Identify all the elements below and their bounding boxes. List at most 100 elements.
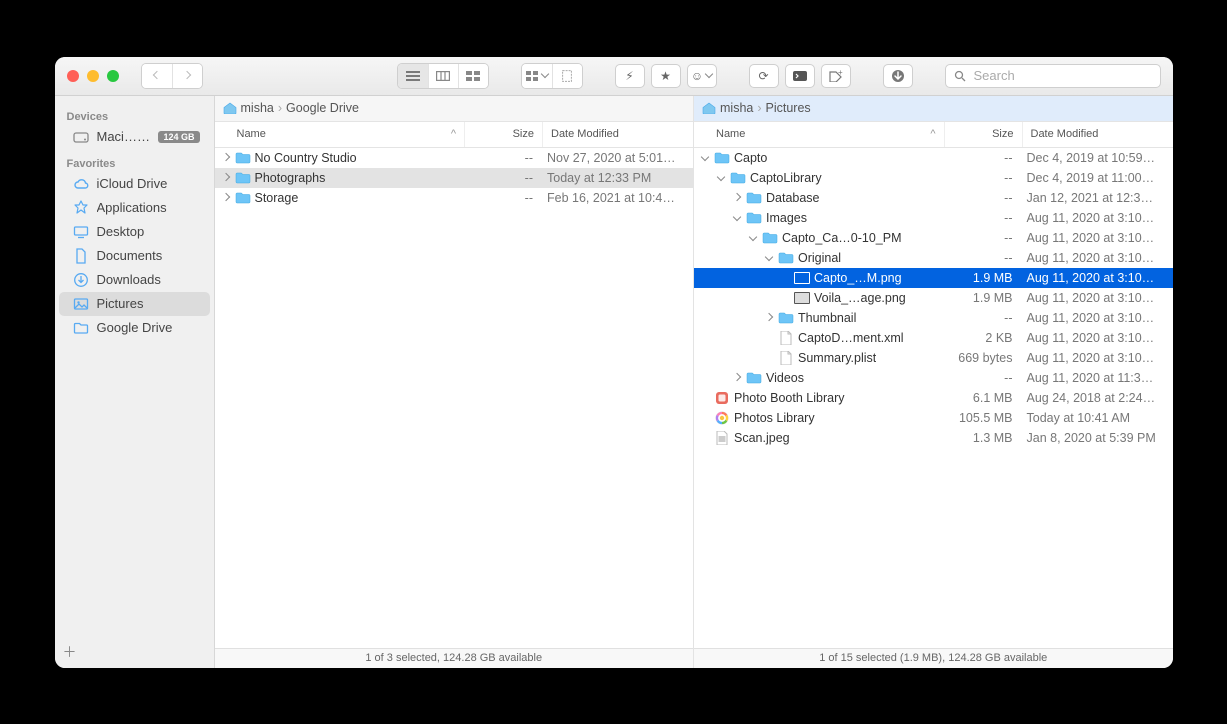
- file-listing[interactable]: Capto -- Dec 4, 2019 at 10:59… CaptoLibr…: [694, 148, 1173, 648]
- path-segment[interactable]: misha: [241, 101, 274, 115]
- file-row[interactable]: Storage -- Feb 16, 2021 at 10:4…: [215, 188, 694, 208]
- sidebar-item-google-drive[interactable]: Google Drive: [59, 316, 210, 340]
- file-date: Aug 11, 2020 at 3:10…: [1023, 311, 1173, 325]
- file-row[interactable]: No Country Studio -- Nov 27, 2020 at 5:0…: [215, 148, 694, 168]
- disclosure-triangle-icon[interactable]: [748, 233, 758, 243]
- new-doc-button[interactable]: [552, 64, 582, 88]
- disclosure-triangle-icon[interactable]: [221, 153, 231, 163]
- terminal-button[interactable]: [785, 64, 815, 88]
- disclosure-triangle-icon[interactable]: [221, 193, 231, 203]
- file-row[interactable]: Photos Library 105.5 MB Today at 10:41 A…: [694, 408, 1173, 428]
- file-name: CaptoLibrary: [750, 171, 822, 185]
- file-row[interactable]: Summary.plist 669 bytes Aug 11, 2020 at …: [694, 348, 1173, 368]
- file-listing[interactable]: No Country Studio -- Nov 27, 2020 at 5:0…: [215, 148, 694, 648]
- file-name: No Country Studio: [255, 151, 357, 165]
- view-gallery-button[interactable]: [458, 64, 488, 88]
- file-row[interactable]: Capto_Ca…0-10_PM -- Aug 11, 2020 at 3:10…: [694, 228, 1173, 248]
- close-window-button[interactable]: [67, 70, 79, 82]
- file-date: Dec 4, 2019 at 11:00…: [1023, 171, 1173, 185]
- file-row[interactable]: Capto_…M.png 1.9 MB Aug 11, 2020 at 3:10…: [694, 268, 1173, 288]
- file-name: Scan.jpeg: [734, 431, 790, 445]
- file-row[interactable]: CaptoD…ment.xml 2 KB Aug 11, 2020 at 3:1…: [694, 328, 1173, 348]
- arrange-button[interactable]: [522, 64, 552, 88]
- disclosure-triangle-icon[interactable]: [732, 193, 742, 203]
- column-header-name[interactable]: Name^: [694, 122, 945, 147]
- cloud-icon: [73, 176, 89, 192]
- file-row[interactable]: Videos -- Aug 11, 2020 at 11:3…: [694, 368, 1173, 388]
- path-segment[interactable]: misha: [720, 101, 753, 115]
- disclosure-triangle-icon[interactable]: [716, 173, 726, 183]
- path-bar[interactable]: misha›Google Drive: [215, 96, 694, 122]
- sidebar-item-label: iCloud Drive: [97, 176, 200, 191]
- view-list-button[interactable]: [398, 64, 428, 88]
- file-name: Capto_Ca…0-10_PM: [782, 231, 902, 245]
- sidebar-item-downloads[interactable]: Downloads: [59, 268, 210, 292]
- sort-indicator-icon: ^: [451, 128, 456, 140]
- file-row[interactable]: Voila_…age.png 1.9 MB Aug 11, 2020 at 3:…: [694, 288, 1173, 308]
- file-size: --: [945, 171, 1023, 185]
- download-button[interactable]: [883, 64, 913, 88]
- path-bar[interactable]: misha›Pictures: [694, 96, 1173, 122]
- nav-back-forward: [141, 63, 203, 89]
- file-row[interactable]: Thumbnail -- Aug 11, 2020 at 3:10…: [694, 308, 1173, 328]
- file-row[interactable]: Photographs -- Today at 12:33 PM: [215, 168, 694, 188]
- disclosure-triangle-icon[interactable]: [700, 153, 710, 163]
- column-header-size[interactable]: Size: [465, 122, 543, 147]
- sidebar-item-pictures[interactable]: Pictures: [59, 292, 210, 316]
- tag-star-button[interactable]: ★: [651, 64, 681, 88]
- sidebar-item-icloud-drive[interactable]: iCloud Drive: [59, 172, 210, 196]
- sidebar: Devices Maci…h HD 124 GB Favorites iClou…: [55, 96, 215, 668]
- search-field[interactable]: [945, 64, 1161, 88]
- home-icon: [223, 102, 237, 114]
- disclosure-triangle-icon[interactable]: [732, 213, 742, 223]
- file-row[interactable]: Scan.jpeg 1.3 MB Jan 8, 2020 at 5:39 PM: [694, 428, 1173, 448]
- file-name: Photo Booth Library: [734, 391, 845, 405]
- file-row[interactable]: Database -- Jan 12, 2021 at 12:3…: [694, 188, 1173, 208]
- column-header-date[interactable]: Date Modified: [1023, 122, 1173, 147]
- download-icon: [73, 272, 89, 288]
- add-tag-button[interactable]: +: [821, 64, 851, 88]
- app-photos-icon: [714, 410, 730, 426]
- disclosure-triangle-icon[interactable]: [221, 173, 231, 183]
- quick-action-button[interactable]: ⚡︎: [615, 64, 645, 88]
- sidebar-item-desktop[interactable]: Desktop: [59, 220, 210, 244]
- sidebar-item-maci-h-hd[interactable]: Maci…h HD 124 GB: [59, 125, 210, 149]
- column-header-size[interactable]: Size: [945, 122, 1023, 147]
- file-icon: [778, 350, 794, 366]
- emoji-button[interactable]: ☺: [687, 64, 717, 88]
- file-row[interactable]: Original -- Aug 11, 2020 at 3:10…: [694, 248, 1173, 268]
- view-columns-button[interactable]: [428, 64, 458, 88]
- file-size: --: [945, 371, 1023, 385]
- sidebar-item-label: Downloads: [97, 272, 200, 287]
- image-icon: [794, 290, 810, 306]
- sidebar-add-button[interactable]: ＋: [63, 642, 77, 662]
- file-row[interactable]: Photo Booth Library 6.1 MB Aug 24, 2018 …: [694, 388, 1173, 408]
- path-segment[interactable]: Pictures: [766, 101, 811, 115]
- minimize-window-button[interactable]: [87, 70, 99, 82]
- file-name: Videos: [766, 371, 804, 385]
- file-row[interactable]: Capto -- Dec 4, 2019 at 10:59…: [694, 148, 1173, 168]
- path-segment[interactable]: Google Drive: [286, 101, 359, 115]
- back-button[interactable]: [142, 64, 172, 88]
- zoom-window-button[interactable]: [107, 70, 119, 82]
- folder-icon: [714, 150, 730, 166]
- file-size: 669 bytes: [945, 351, 1023, 365]
- sync-button[interactable]: ⟳: [749, 64, 779, 88]
- file-row[interactable]: Images -- Aug 11, 2020 at 3:10…: [694, 208, 1173, 228]
- file-row[interactable]: CaptoLibrary -- Dec 4, 2019 at 11:00…: [694, 168, 1173, 188]
- disclosure-triangle-icon[interactable]: [732, 373, 742, 383]
- sidebar-item-documents[interactable]: Documents: [59, 244, 210, 268]
- file-size: --: [945, 311, 1023, 325]
- column-header-date[interactable]: Date Modified: [543, 122, 693, 147]
- forward-button[interactable]: [172, 64, 202, 88]
- file-size: 1.9 MB: [945, 291, 1023, 305]
- disclosure-triangle-icon[interactable]: [764, 253, 774, 263]
- search-input[interactable]: [972, 67, 1152, 84]
- folder-icon: [746, 370, 762, 386]
- disclosure-triangle-icon[interactable]: [764, 313, 774, 323]
- file-date: Today at 12:33 PM: [543, 171, 693, 185]
- file-icon: [778, 330, 794, 346]
- column-header-name[interactable]: Name^: [215, 122, 466, 147]
- folder-icon: [235, 150, 251, 166]
- sidebar-item-applications[interactable]: Applications: [59, 196, 210, 220]
